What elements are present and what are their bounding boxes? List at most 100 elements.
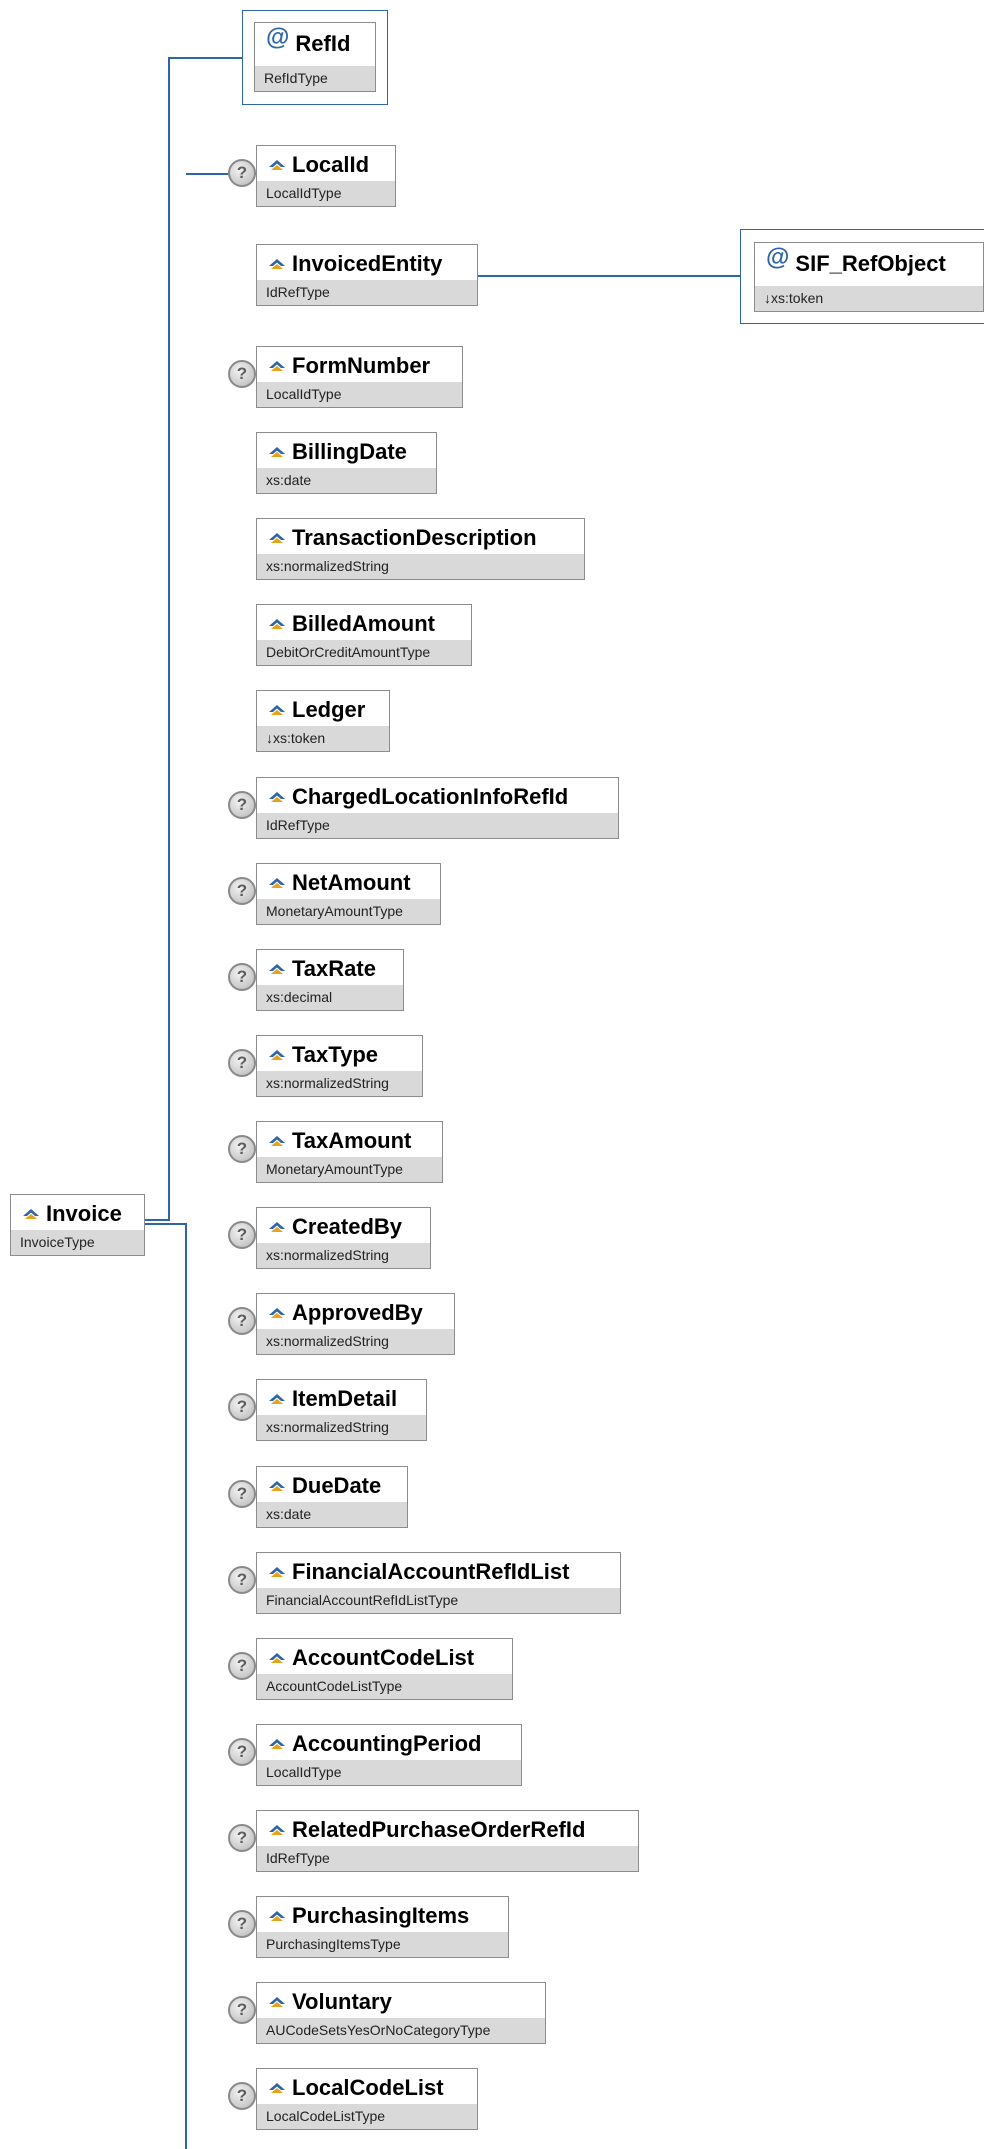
element-type: FinancialAccountRefIdListType xyxy=(257,1588,620,1613)
element-localcodelist[interactable]: LocalCodeList LocalCodeListType xyxy=(256,2068,478,2130)
attribute-sif-refobject[interactable]: @ SIF_RefObject ↓xs:token xyxy=(754,242,984,312)
element-type: xs:date xyxy=(257,1502,407,1527)
optional-help-icon[interactable]: ? xyxy=(228,159,256,187)
element-name: NetAmount xyxy=(292,869,411,895)
element-icon xyxy=(268,698,286,715)
element-relatedpurchaseorderrefid[interactable]: RelatedPurchaseOrderRefId IdRefType xyxy=(256,1810,639,1872)
element-duedate[interactable]: DueDate xs:date xyxy=(256,1466,408,1528)
element-purchasingitems[interactable]: PurchasingItems PurchasingItemsType xyxy=(256,1896,509,1958)
element-name-row: LocalCodeList xyxy=(257,2069,477,2106)
optional-help-icon[interactable]: ? xyxy=(228,1049,256,1077)
element-invoicedentity[interactable]: InvoicedEntity IdRefType xyxy=(256,244,478,306)
element-type: ↓xs:token xyxy=(257,726,389,751)
element-name: FinancialAccountRefIdList xyxy=(292,1558,570,1584)
element-icon xyxy=(22,1202,40,1219)
element-taxamount[interactable]: TaxAmount MonetaryAmountType xyxy=(256,1121,443,1183)
element-name-row: DueDate xyxy=(257,1467,407,1504)
element-icon xyxy=(268,957,286,974)
element-taxtype[interactable]: TaxType xs:normalizedString xyxy=(256,1035,423,1097)
element-name: LocalCodeList xyxy=(292,2074,444,2100)
element-billedamount[interactable]: BilledAmount DebitOrCreditAmountType xyxy=(256,604,472,666)
element-icon xyxy=(268,785,286,802)
element-name: TaxAmount xyxy=(292,1127,412,1153)
element-transactiondescription[interactable]: TransactionDescription xs:normalizedStrin… xyxy=(256,518,585,580)
element-type: xs:normalizedString xyxy=(257,1329,454,1354)
optional-help-icon[interactable]: ? xyxy=(228,877,256,905)
attribute-name: RefId xyxy=(295,31,351,56)
optional-help-icon[interactable]: ? xyxy=(228,1480,256,1508)
optional-help-icon[interactable]: ? xyxy=(228,1824,256,1852)
element-type: IdRefType xyxy=(257,280,477,305)
element-name-row: FormNumber xyxy=(257,347,462,384)
element-name: TaxRate xyxy=(292,955,376,981)
attribute-type: RefIdType xyxy=(255,66,375,91)
optional-help-icon[interactable]: ? xyxy=(228,1307,256,1335)
optional-help-icon[interactable]: ? xyxy=(228,1393,256,1421)
element-type: LocalCodeListType xyxy=(257,2104,477,2129)
element-name-row: PurchasingItems xyxy=(257,1897,508,1934)
element-billingdate[interactable]: BillingDate xs:date xyxy=(256,432,437,494)
optional-help-icon[interactable]: ? xyxy=(228,2082,256,2110)
optional-help-icon[interactable]: ? xyxy=(228,1996,256,2024)
root-connector xyxy=(144,57,242,1221)
element-name-row: TransactionDescription xyxy=(257,519,584,556)
element-name: ChargedLocationInfoRefId xyxy=(292,783,569,809)
element-type: MonetaryAmountType xyxy=(257,899,440,924)
element-netamount[interactable]: NetAmount MonetaryAmountType xyxy=(256,863,441,925)
element-itemdetail[interactable]: ItemDetail xs:normalizedString xyxy=(256,1379,427,1441)
element-type: MonetaryAmountType xyxy=(257,1157,442,1182)
element-name: CreatedBy xyxy=(292,1213,403,1239)
attribute-icon: @ xyxy=(266,24,290,51)
optional-help-icon[interactable]: ? xyxy=(228,791,256,819)
element-name: FormNumber xyxy=(292,352,431,378)
element-name-row: RelatedPurchaseOrderRefId xyxy=(257,1811,638,1848)
root-element-invoice[interactable]: Invoice InvoiceType xyxy=(10,1194,145,1256)
optional-help-icon[interactable]: ? xyxy=(228,1910,256,1938)
attribute-name: SIF_RefObject xyxy=(795,251,946,276)
optional-help-icon[interactable]: ? xyxy=(228,1221,256,1249)
element-accountingperiod[interactable]: AccountingPeriod LocalIdType xyxy=(256,1724,522,1786)
element-name: ApprovedBy xyxy=(292,1299,423,1325)
element-name: PurchasingItems xyxy=(292,1902,470,1928)
element-icon xyxy=(268,1904,286,1921)
element-chargedlocationinforefid[interactable]: ChargedLocationInfoRefId IdRefType xyxy=(256,777,619,839)
element-icon xyxy=(268,1474,286,1491)
element-formnumber[interactable]: FormNumber LocalIdType xyxy=(256,346,463,408)
element-voluntary[interactable]: Voluntary AUCodeSetsYesOrNoCategoryType xyxy=(256,1982,546,2044)
optional-help-icon[interactable]: ? xyxy=(228,360,256,388)
element-taxrate[interactable]: TaxRate xs:decimal xyxy=(256,949,404,1011)
optional-help-icon[interactable]: ? xyxy=(228,1652,256,1680)
optional-help-icon[interactable]: ? xyxy=(228,1566,256,1594)
element-approvedby[interactable]: ApprovedBy xs:normalizedString xyxy=(256,1293,455,1355)
element-name: TransactionDescription xyxy=(292,524,537,550)
element-icon xyxy=(268,1560,286,1577)
element-icon xyxy=(268,1215,286,1232)
element-icon xyxy=(268,153,286,170)
element-name: InvoicedEntity xyxy=(292,250,443,276)
element-createdby[interactable]: CreatedBy xs:normalizedString xyxy=(256,1207,431,1269)
element-icon xyxy=(268,440,286,457)
element-name-row: ChargedLocationInfoRefId xyxy=(257,778,618,815)
optional-help-icon[interactable]: ? xyxy=(228,1738,256,1766)
optional-help-icon[interactable]: ? xyxy=(228,963,256,991)
element-name: AccountingPeriod xyxy=(292,1730,482,1756)
element-accountcodelist[interactable]: AccountCodeList AccountCodeListType xyxy=(256,1638,513,1700)
element-type: xs:decimal xyxy=(257,985,403,1010)
element-type: InvoiceType xyxy=(11,1230,144,1255)
element-type: xs:date xyxy=(257,468,436,493)
element-name: TaxType xyxy=(292,1041,378,1067)
element-icon xyxy=(268,1387,286,1404)
children-trunk xyxy=(144,1223,187,2149)
element-name-row: BillingDate xyxy=(257,433,436,470)
element-type: xs:normalizedString xyxy=(257,554,584,579)
element-icon xyxy=(268,526,286,543)
optional-help-icon[interactable]: ? xyxy=(228,1135,256,1163)
element-financialaccountrefidlist[interactable]: FinancialAccountRefIdList FinancialAccoun… xyxy=(256,1552,621,1614)
attribute-icon: @ xyxy=(766,244,790,271)
element-ledger[interactable]: Ledger ↓xs:token xyxy=(256,690,390,752)
element-name-row: ApprovedBy xyxy=(257,1294,454,1331)
element-name-row: ItemDetail xyxy=(257,1380,426,1417)
element-type: IdRefType xyxy=(257,1846,638,1871)
attribute-refid[interactable]: @ RefId RefIdType xyxy=(254,22,376,92)
element-localid[interactable]: LocalId LocalIdType xyxy=(256,145,396,207)
